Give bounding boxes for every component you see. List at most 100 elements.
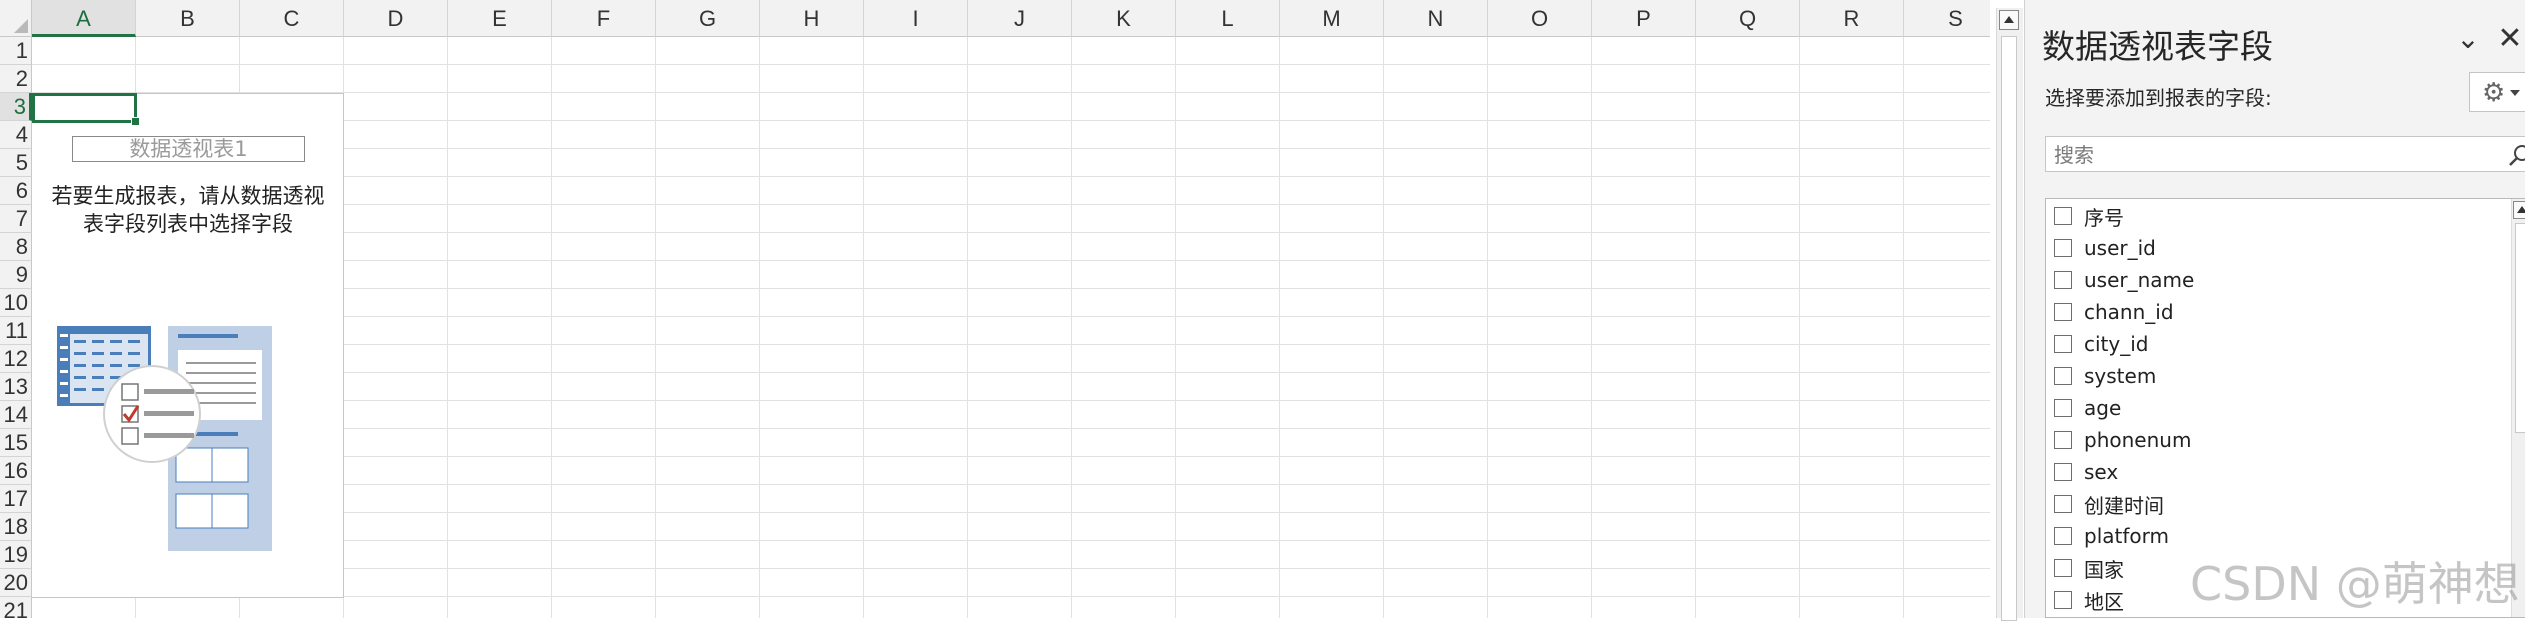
row-header[interactable]: 2	[0, 65, 32, 93]
search-field[interactable]	[2045, 136, 2525, 172]
row-header[interactable]: 7	[0, 205, 32, 233]
row-header[interactable]: 14	[0, 401, 32, 429]
caret-down-icon	[2510, 90, 2520, 96]
column-header[interactable]: E	[448, 0, 552, 37]
field-checkbox[interactable]	[2054, 207, 2072, 225]
row-header[interactable]: 6	[0, 177, 32, 205]
field-item[interactable]: user_id	[2054, 233, 2156, 263]
row-header[interactable]: 3	[0, 93, 32, 121]
pane-title: 数据透视表字段	[2042, 27, 2273, 66]
column-header[interactable]: I	[864, 0, 968, 37]
row-header[interactable]: 1	[0, 37, 32, 65]
field-checkbox[interactable]	[2054, 463, 2072, 481]
sheet-vertical-scrollbar[interactable]	[1996, 8, 2023, 621]
row-header[interactable]: 4	[0, 121, 32, 149]
column-header[interactable]: C	[240, 0, 344, 37]
row-header[interactable]: 21	[0, 597, 32, 618]
row-header[interactable]: 9	[0, 261, 32, 289]
row-header[interactable]: 17	[0, 485, 32, 513]
column-header[interactable]: P	[1592, 0, 1696, 37]
field-checkbox[interactable]	[2054, 527, 2072, 545]
scroll-up-arrow-icon[interactable]	[2513, 201, 2525, 219]
field-label: platform	[2084, 524, 2169, 548]
column-header[interactable]: J	[968, 0, 1072, 37]
field-item[interactable]: city_id	[2054, 329, 2148, 359]
field-item[interactable]: platform	[2054, 521, 2169, 551]
row-header[interactable]: 12	[0, 345, 32, 373]
field-item[interactable]: sex	[2054, 457, 2118, 487]
column-header[interactable]: L	[1176, 0, 1280, 37]
row-header[interactable]: 20	[0, 569, 32, 597]
row-header[interactable]: 15	[0, 429, 32, 457]
row-header[interactable]: 13	[0, 373, 32, 401]
row-header[interactable]: 10	[0, 289, 32, 317]
field-label: sex	[2084, 460, 2119, 484]
column-header[interactable]: R	[1800, 0, 1904, 37]
pane-subtitle: 选择要添加到报表的字段:	[2045, 86, 2272, 110]
row-header[interactable]: 18	[0, 513, 32, 541]
field-checkbox[interactable]	[2054, 303, 2072, 321]
pivot-illustration-icon	[57, 326, 272, 551]
column-header[interactable]: A	[32, 0, 136, 37]
field-label: 地区	[2084, 589, 2124, 614]
field-settings-button[interactable]: ⚙	[2469, 72, 2525, 112]
scrollbar-thumb[interactable]	[2001, 36, 2017, 621]
column-header[interactable]: B	[136, 0, 240, 37]
field-item[interactable]: phonenum	[2054, 425, 2191, 455]
column-header[interactable]: O	[1488, 0, 1592, 37]
field-checkbox[interactable]	[2054, 431, 2072, 449]
field-checkbox[interactable]	[2054, 335, 2072, 353]
field-item[interactable]: chann_id	[2054, 297, 2174, 327]
column-header[interactable]: H	[760, 0, 864, 37]
row-header[interactable]: 16	[0, 457, 32, 485]
field-item[interactable]: 创建时间	[2054, 489, 2164, 519]
field-checkbox[interactable]	[2054, 495, 2072, 513]
field-checkbox[interactable]	[2054, 239, 2072, 257]
column-header[interactable]: F	[552, 0, 656, 37]
field-label: system	[2084, 364, 2157, 388]
field-checkbox[interactable]	[2054, 399, 2072, 417]
field-item[interactable]: user_name	[2054, 265, 2194, 295]
scrollbar-thumb[interactable]	[2515, 223, 2525, 433]
pivot-table-name: 数据透视表1	[72, 136, 305, 162]
chevron-down-icon[interactable]: ⌄	[2453, 24, 2483, 54]
row-header[interactable]: 19	[0, 541, 32, 569]
row-header[interactable]: 11	[0, 317, 32, 345]
row-header[interactable]: 8	[0, 233, 32, 261]
field-label: 序号	[2084, 205, 2124, 230]
pivot-instruction-line-2: 表字段列表中选择字段	[83, 212, 293, 236]
field-item[interactable]: 地区	[2054, 585, 2124, 615]
field-checkbox[interactable]	[2054, 367, 2072, 385]
scroll-up-arrow-icon[interactable]	[1999, 10, 2019, 30]
column-header[interactable]: Q	[1696, 0, 1800, 37]
select-all-corner[interactable]	[0, 0, 32, 37]
column-header[interactable]: K	[1072, 0, 1176, 37]
search-input[interactable]	[2052, 141, 2496, 169]
pivot-field-pane: 数据透视表字段 ⌄ ✕ 选择要添加到报表的字段: ⚙ 序号 user_iduser…	[2024, 0, 2525, 618]
gear-icon: ⚙	[2482, 77, 2506, 107]
column-header[interactable]: S	[1904, 0, 1990, 37]
field-item[interactable]: system	[2054, 361, 2156, 391]
search-icon[interactable]	[2508, 143, 2525, 167]
column-header[interactable]: M	[1280, 0, 1384, 37]
column-header[interactable]: N	[1384, 0, 1488, 37]
active-cell-a3[interactable]	[32, 93, 140, 126]
field-checkbox[interactable]	[2054, 591, 2072, 609]
column-header[interactable]: D	[344, 0, 448, 37]
column-header[interactable]: G	[656, 0, 760, 37]
field-label: user_id	[2084, 236, 2156, 260]
field-item[interactable]: 国家	[2054, 553, 2124, 583]
close-icon[interactable]: ✕	[2495, 24, 2525, 54]
row-header[interactable]: 5	[0, 149, 32, 177]
spreadsheet[interactable]: ABCDEFGHIJKLMNOPQRS 1 2 3 4 5 6 7 8 9 10 11 12 13 14 1…	[0, 0, 1990, 618]
field-label: user_name	[2084, 268, 2195, 292]
field-checkbox[interactable]	[2054, 271, 2072, 289]
watermark: CSDN @萌神想	[2190, 557, 2520, 611]
pivot-table-placeholder[interactable]: 数据透视表1 若要生成报表，请从数据透视 表字段列表中选择字段	[32, 93, 344, 598]
pivot-instruction-line-1: 若要生成报表，请从数据透视	[51, 184, 325, 208]
field-item[interactable]: 序号	[2054, 201, 2124, 231]
field-checkbox[interactable]	[2054, 559, 2072, 577]
field-item[interactable]: age	[2054, 393, 2121, 423]
field-label: chann_id	[2084, 300, 2174, 324]
field-label: phonenum	[2084, 428, 2192, 452]
